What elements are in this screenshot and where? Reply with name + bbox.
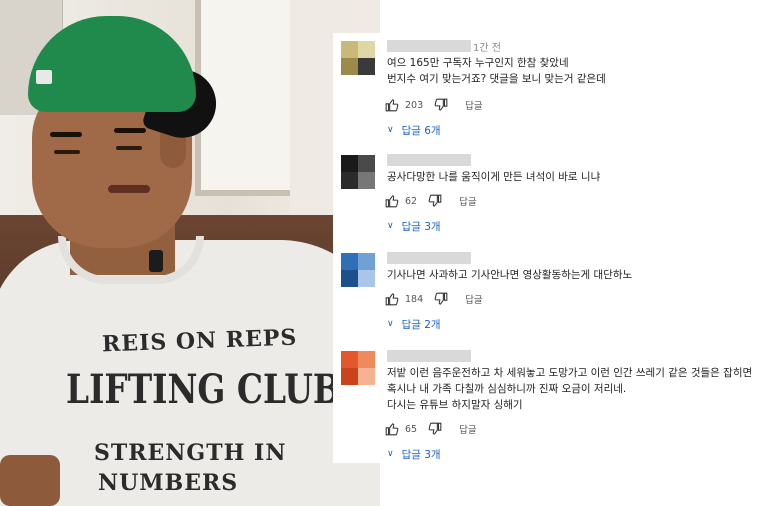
eye <box>116 146 142 150</box>
shirt-print-line: LIFTING CLUB <box>66 366 341 413</box>
avatar[interactable] <box>341 155 375 189</box>
view-replies-label: 답글 2개 <box>401 318 441 331</box>
avatar-pixel <box>341 172 358 189</box>
avatar-pixel <box>358 270 375 287</box>
view-replies-button[interactable]: ∨ 답글 2개 <box>387 315 441 333</box>
view-replies-button[interactable]: ∨ 답글 3개 <box>387 445 441 463</box>
avatar[interactable] <box>341 351 375 385</box>
reply-button[interactable]: 답글 <box>459 194 476 208</box>
thumbs-up-icon[interactable] <box>383 290 401 308</box>
shirt-print-line: NUMBERS <box>98 470 239 496</box>
comment-line: 번지수 여기 맞는거죠? 댓글을 보니 맞는거 같은데 <box>387 73 606 85</box>
thumbs-down-icon[interactable] <box>432 96 450 114</box>
eyebrow <box>50 132 82 137</box>
like-count: 203 <box>405 99 424 111</box>
reply-button[interactable]: 답글 <box>459 422 476 436</box>
chevron-down-icon: ∨ <box>387 449 394 459</box>
avatar-pixel <box>358 155 375 172</box>
like-count: 65 <box>405 423 418 435</box>
comment-line: 다시는 유튜브 하지말자 싱해기 <box>387 399 523 411</box>
mouth <box>108 185 150 193</box>
person-hand <box>0 455 60 506</box>
author-name-blurred[interactable] <box>387 154 471 166</box>
author-name-blurred[interactable] <box>387 40 471 52</box>
avatar-pixel <box>358 253 375 270</box>
video-thumbnail-photo: REIS ON REPS LIFTING CLUB STRENGTH IN NU… <box>0 0 380 506</box>
comment-text: 여으 165만 구독자 누구인지 한참 찾았네 번지수 여기 맞는거죠? 댓글을… <box>387 55 606 87</box>
avatar-pixel <box>341 351 358 368</box>
chevron-down-icon: ∨ <box>387 319 394 329</box>
thumbs-down-icon[interactable] <box>426 192 444 210</box>
comment-line: 여으 165만 구독자 누구인지 한참 찾았네 <box>387 57 569 69</box>
avatar-pixel <box>358 351 375 368</box>
eyebrow <box>114 128 146 133</box>
thumbs-up-icon[interactable] <box>383 192 401 210</box>
avatar-pixel <box>358 58 375 75</box>
comment-actions: 65 답글 <box>383 419 477 439</box>
comments-panel: 1간 전 여으 165만 구독자 누구인지 한참 찾았네 번지수 여기 맞는거죠… <box>333 33 778 463</box>
thumbs-down-icon[interactable] <box>432 290 450 308</box>
lapel-mic <box>149 250 163 272</box>
reply-button[interactable]: 답글 <box>465 98 482 112</box>
comment-text: 공사다망한 나를 움직이게 만든 녀석이 바로 니냐 <box>387 169 600 185</box>
comment-meta: 1간 전 <box>387 39 501 54</box>
comment-actions: 184 답글 <box>383 289 483 309</box>
comment-text: 저밭 이런 음주운전하고 차 세워놓고 도망가고 이런 인간 쓰레기 같은 것들… <box>387 365 752 413</box>
chevron-down-icon: ∨ <box>387 125 394 135</box>
comment-actions: 203 답글 <box>383 95 483 115</box>
avatar-pixel <box>341 253 358 270</box>
avatar[interactable] <box>341 253 375 287</box>
comment-line: 혹시나 내 가족 다칠까 심심하니까 진짜 오금이 저리네. <box>387 383 627 395</box>
comment-meta <box>387 349 471 363</box>
view-replies-label: 답글 3개 <box>401 220 441 233</box>
avatar[interactable] <box>341 41 375 75</box>
like-count: 184 <box>405 293 424 305</box>
thumbs-up-icon[interactable] <box>383 96 401 114</box>
comment-line: 기사나면 사과하고 기사안나면 영상활동하는게 대단하노 <box>387 269 633 281</box>
view-replies-label: 답글 3개 <box>401 448 441 461</box>
avatar-pixel <box>341 58 358 75</box>
comment-meta <box>387 153 471 167</box>
comment-line: 저밭 이런 음주운전하고 차 세워놓고 도망가고 이런 인간 쓰레기 같은 것들… <box>387 367 753 379</box>
comment-line: 공사다망한 나를 움직이게 만든 녀석이 바로 니냐 <box>387 171 601 183</box>
comment-text: 기사나면 사과하고 기사안나면 영상활동하는게 대단하노 <box>387 267 632 283</box>
author-name-blurred[interactable] <box>387 350 471 362</box>
thumbs-down-icon[interactable] <box>426 420 444 438</box>
avatar-pixel <box>341 270 358 287</box>
avatar-pixel <box>341 155 358 172</box>
chevron-down-icon: ∨ <box>387 221 394 231</box>
avatar-pixel <box>358 41 375 58</box>
like-count: 62 <box>405 195 418 207</box>
view-replies-label: 답글 6개 <box>401 124 441 137</box>
comment-meta <box>387 251 471 265</box>
eye <box>54 150 80 154</box>
view-replies-button[interactable]: ∨ 답글 3개 <box>387 217 441 235</box>
avatar-pixel <box>358 368 375 385</box>
avatar-pixel <box>341 41 358 58</box>
comment-actions: 62 답글 <box>383 191 477 211</box>
avatar-pixel <box>358 172 375 189</box>
reply-button[interactable]: 답글 <box>465 292 482 306</box>
shirt-print-line: STRENGTH IN <box>94 440 287 466</box>
avatar-pixel <box>341 368 358 385</box>
cap-logo <box>36 70 52 84</box>
author-name-blurred[interactable] <box>387 252 471 264</box>
comment-time: 1간 전 <box>473 42 501 54</box>
thumbs-up-icon[interactable] <box>383 420 401 438</box>
view-replies-button[interactable]: ∨ 답글 6개 <box>387 121 441 139</box>
